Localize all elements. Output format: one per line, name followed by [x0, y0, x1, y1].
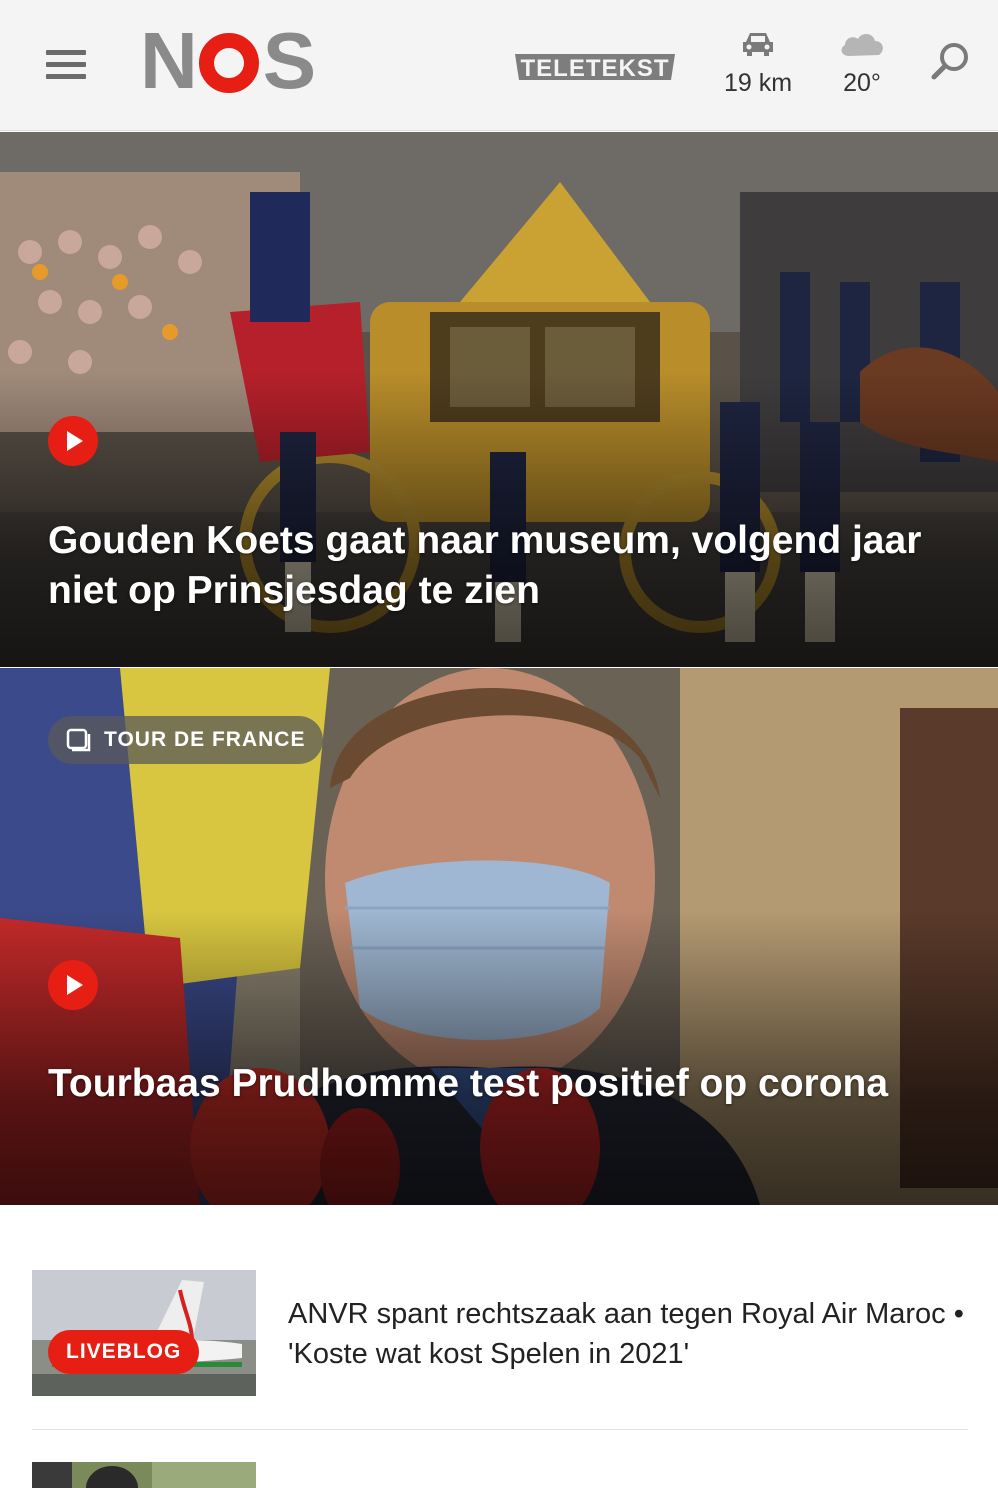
- list-item[interactable]: [32, 1462, 968, 1488]
- hero-headline[interactable]: Tourbaas Prudhomme test positief op coro…: [48, 1059, 948, 1109]
- hero-article-card[interactable]: TOUR DE FRANCE Tourbaas Prudhomme test p…: [0, 668, 998, 1205]
- traffic-value: 19 km: [723, 69, 793, 97]
- article-thumbnail: [32, 1462, 256, 1488]
- hamburger-menu-icon[interactable]: [46, 50, 86, 80]
- hero-headline[interactable]: Gouden Koets gaat naar museum, volgend j…: [48, 516, 948, 616]
- search-icon[interactable]: [928, 40, 972, 84]
- topic-tag-label: TOUR DE FRANCE: [104, 728, 306, 751]
- weather-widget[interactable]: 20°: [830, 30, 894, 98]
- list-item-title[interactable]: ANVR spant rechtszaak aan tegen Royal Ai…: [288, 1294, 968, 1374]
- liveblog-badge: LIVEBLOG: [48, 1330, 200, 1374]
- nos-logo[interactable]: NS: [140, 21, 316, 101]
- play-video-icon[interactable]: [48, 416, 98, 466]
- traffic-widget[interactable]: 19 km: [716, 30, 800, 98]
- weather-value: 20°: [843, 69, 881, 97]
- cloud-icon: [841, 33, 883, 56]
- play-video-icon[interactable]: [48, 960, 98, 1010]
- collection-icon: [66, 728, 91, 752]
- hero-article-card[interactable]: Gouden Koets gaat naar museum, volgend j…: [0, 132, 998, 667]
- top-bar: NS TELETEKST 19 km 20°: [0, 0, 998, 131]
- teletekst-logo: TELETEKST: [515, 54, 675, 82]
- car-icon: [743, 33, 773, 56]
- teletekst-label: TELETEKST: [520, 55, 669, 82]
- teletekst-link[interactable]: TELETEKST: [513, 50, 677, 84]
- list-item[interactable]: LIVEBLOG ANVR spant rechtszaak aan tegen…: [32, 1270, 968, 1430]
- topic-tag[interactable]: TOUR DE FRANCE: [48, 716, 324, 764]
